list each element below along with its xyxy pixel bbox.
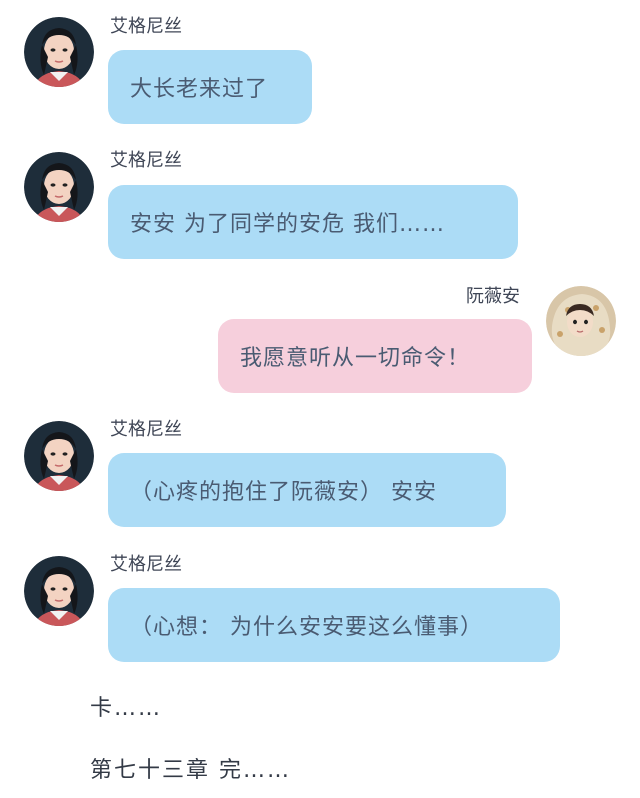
avatar-agnes [24,556,94,626]
message-bubble[interactable]: 我愿意听从一切命令！ [218,319,532,393]
sender-name: 阮薇安 [466,286,520,307]
avatar-agnes [24,152,94,222]
chapter-end-text: 第七十三章 完…… [90,758,291,783]
message-bubble[interactable]: （心想： 为什么安安要这么懂事） [108,588,560,662]
avatar-ruanweian [546,286,616,356]
sender-name: 艾格尼丝 [110,419,182,440]
sender-name: 艾格尼丝 [110,16,182,37]
avatar-agnes [24,421,94,491]
narration-text: 卡…… [90,696,163,721]
sender-name: 艾格尼丝 [110,150,182,171]
avatar-agnes [24,17,94,87]
message-bubble[interactable]: 大长老来过了 [108,50,312,124]
message-bubble[interactable]: （心疼的抱住了阮薇安） 安安 [108,453,506,527]
sender-name: 艾格尼丝 [110,554,182,575]
message-bubble[interactable]: 安安 为了同学的安危 我们…… [108,185,518,259]
